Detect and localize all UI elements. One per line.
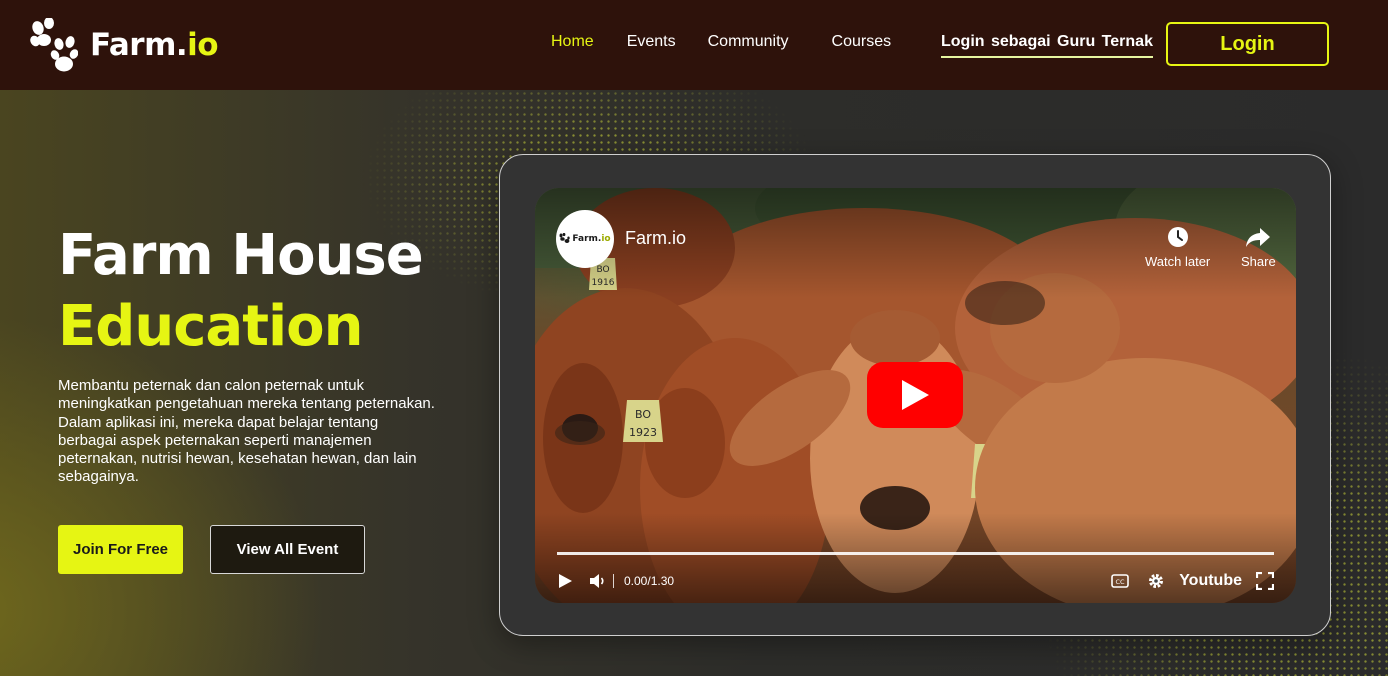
video-controls: 0.00/1.30 CC Youtube [557, 570, 1274, 592]
video-player[interactable]: BO 1923 BO 1929 BO 1916 Farm.io Farm.io [535, 188, 1296, 603]
gear-icon [1149, 574, 1164, 588]
nav-links: Home Events Community Courses [551, 33, 891, 51]
channel-name[interactable]: Farm.io [625, 228, 686, 249]
fullscreen-icon [1256, 572, 1274, 590]
svg-text:BO: BO [635, 408, 651, 421]
paw-icon [559, 233, 571, 243]
volume-icon [590, 574, 604, 588]
logo-text: Farm.io [90, 27, 219, 63]
divider [613, 574, 614, 588]
settings-button[interactable] [1147, 572, 1165, 590]
fullscreen-button[interactable] [1256, 572, 1274, 590]
channel-avatar[interactable]: Farm.io [556, 210, 614, 268]
nav-link-home[interactable]: Home [551, 33, 594, 51]
share-icon [1246, 228, 1271, 247]
hero-title-line2: Education [58, 294, 363, 359]
nav-link-courses[interactable]: Courses [832, 33, 892, 51]
youtube-logo[interactable]: Youtube [1179, 572, 1242, 590]
view-all-event-button[interactable]: View All Event [210, 525, 365, 574]
share-label: Share [1241, 254, 1276, 269]
watch-later-button[interactable]: Watch later [1145, 226, 1210, 269]
logo[interactable]: Farm.io [30, 18, 219, 72]
small-play-button[interactable] [557, 573, 573, 589]
share-button[interactable]: Share [1241, 226, 1276, 269]
play-button[interactable] [867, 362, 963, 428]
avatar-text: Farm.io [572, 234, 611, 244]
time-display: 0.00/1.30 [624, 574, 675, 588]
svg-text:1923: 1923 [629, 426, 657, 439]
captions-button[interactable]: CC [1111, 574, 1129, 588]
progress-bar[interactable] [557, 552, 1274, 555]
nav-link-events[interactable]: Events [627, 33, 676, 51]
svg-text:CC: CC [1116, 578, 1126, 586]
login-button[interactable]: Login [1166, 22, 1329, 66]
join-for-free-button[interactable]: Join For Free [58, 525, 183, 574]
navbar: Farm.io Home Events Community Courses Lo… [0, 0, 1388, 90]
watch-later-label: Watch later [1145, 254, 1211, 269]
play-icon [559, 574, 572, 588]
nav-link-community[interactable]: Community [708, 33, 789, 51]
hero-title: Farm House Education [58, 220, 424, 362]
hero-title-line1: Farm House [58, 223, 424, 288]
volume-button[interactable] [589, 573, 607, 589]
clock-icon [1167, 227, 1188, 247]
hero-description: Membantu peternak dan calon peternak unt… [58, 377, 435, 486]
login-as-guru-link[interactable]: Login sebagai Guru Ternak [941, 33, 1153, 58]
captions-icon: CC [1111, 574, 1129, 588]
play-icon [902, 380, 929, 410]
paw-icon [30, 18, 78, 72]
